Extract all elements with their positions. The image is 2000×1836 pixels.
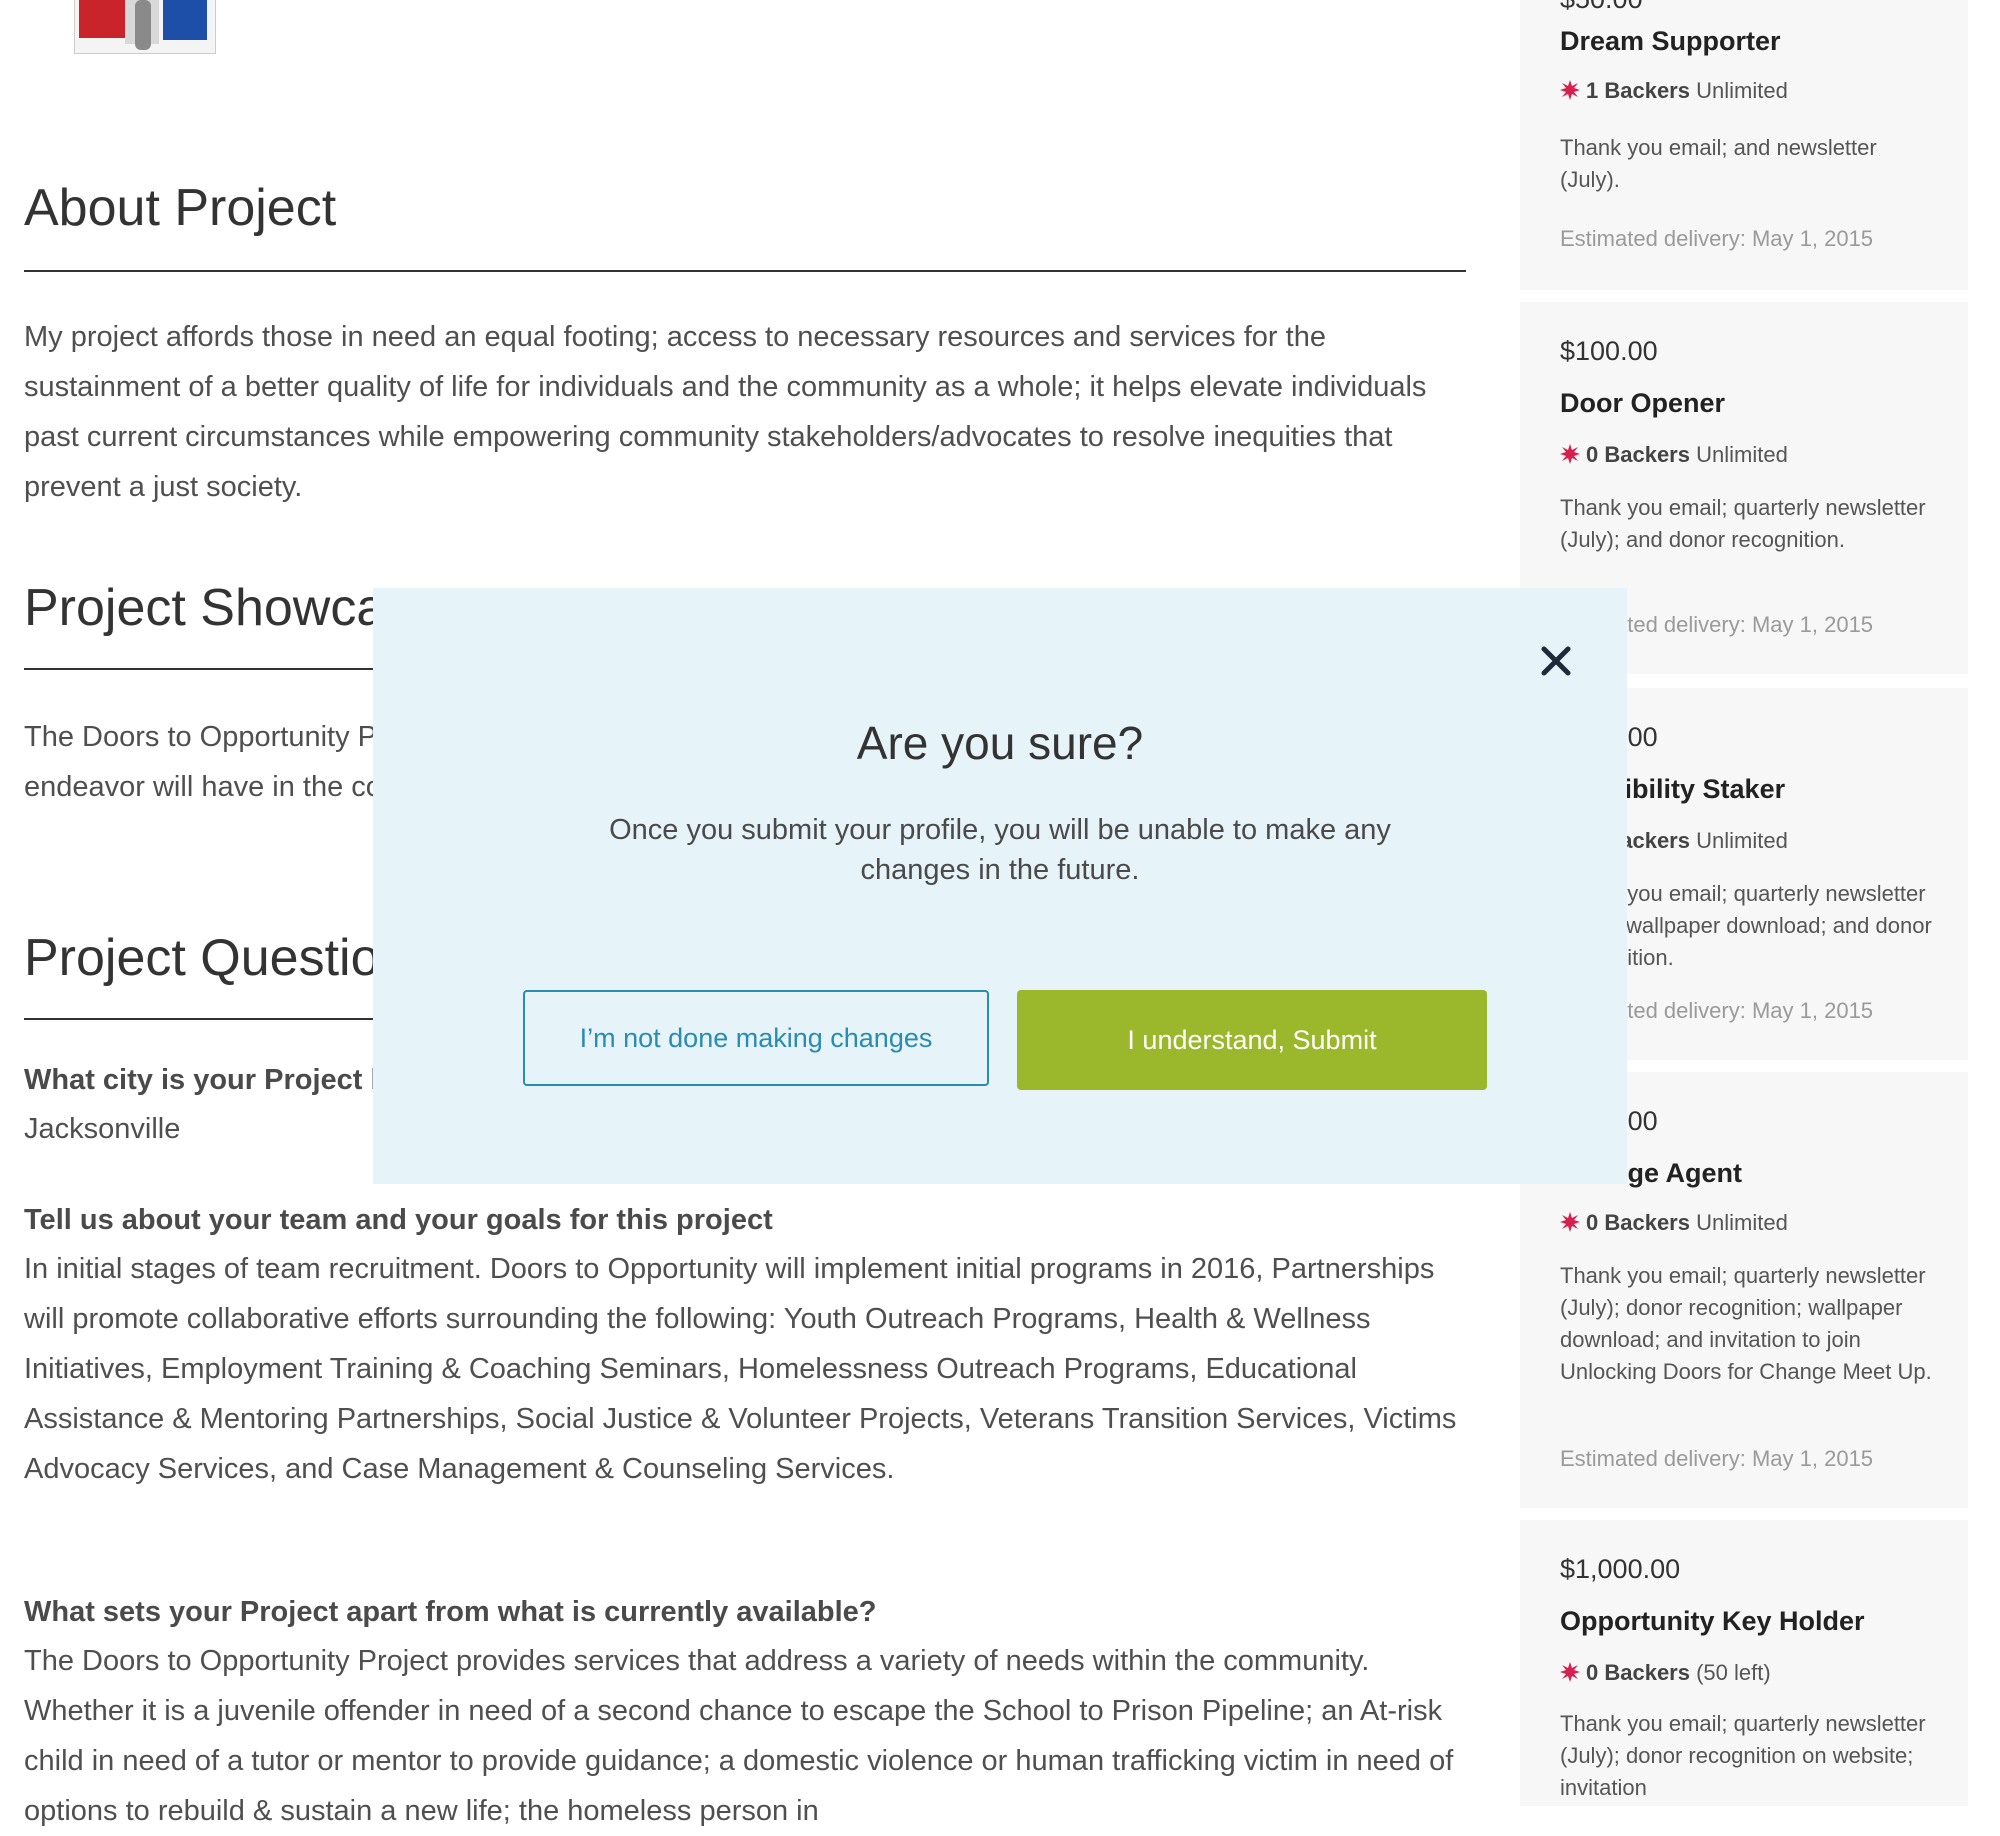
reward-price: $1,000.00 [1560, 1554, 1681, 1584]
question-answer-team: In initial stages of team recruitment. D… [24, 1253, 1457, 1485]
close-icon[interactable] [1539, 644, 1573, 678]
reward-backer-count: 1 Backers [1586, 78, 1690, 103]
reward-delivery: Estimated delivery: May 1, 2015 [1560, 226, 1874, 251]
reward-backers: 0 Backers Unlimited [1560, 1210, 1788, 1236]
reward-title: Opportunity Key Holder [1560, 1606, 1865, 1636]
reward-limit: Unlimited [1696, 828, 1788, 853]
question-label-apart: What sets your Project apart from what i… [24, 1596, 877, 1628]
blue-door-shape [163, 0, 207, 40]
question-answer-apart: The Doors to Opportunity Project provide… [24, 1645, 1454, 1827]
backer-star-icon [1560, 80, 1580, 100]
reward-backers: 0 Backers Unlimited [1560, 442, 1788, 468]
not-done-button[interactable]: I’m not done making changes [523, 990, 989, 1086]
reward-limit: (50 left) [1696, 1660, 1771, 1685]
reward-limit: Unlimited [1696, 78, 1788, 103]
backer-star-icon [1560, 1662, 1580, 1682]
about-project-heading: About Project [24, 179, 337, 237]
reward-price: $100.00 [1560, 336, 1658, 366]
reward-limit: Unlimited [1696, 442, 1788, 467]
project-thumbnail-image [74, 0, 216, 54]
reward-card[interactable]: $1,000.00 Opportunity Key Holder 0 Backe… [1520, 1520, 1968, 1806]
reward-backer-count: 0 Backers [1586, 1210, 1690, 1235]
red-door-shape [79, 0, 125, 38]
close-x-icon [1541, 646, 1571, 676]
reward-card[interactable]: $50.00 Dream Supporter 1 Backers Unlimit… [1520, 0, 1968, 290]
backer-star-icon [1560, 444, 1580, 464]
submit-button[interactable]: I understand, Submit [1017, 990, 1487, 1090]
reward-backer-count: 0 Backers [1586, 1660, 1690, 1685]
reward-delivery: Estimated delivery: May 1, 2015 [1560, 1446, 1874, 1471]
about-project-text: My project affords those in need an equa… [24, 321, 1427, 503]
reward-backers: 1 Backers Unlimited [1560, 78, 1788, 104]
reward-title: Dream Supporter [1560, 26, 1781, 56]
reward-price: $50.00 [1560, 0, 1643, 15]
reward-description: Thank you email; quarterly newsletter (J… [1560, 1711, 1926, 1800]
reward-description: Thank you email; quarterly newsletter (J… [1560, 1263, 1932, 1384]
modal-message: Once you submit your profile, you will b… [609, 814, 1391, 886]
reward-backers: 0 Backers (50 left) [1560, 1660, 1771, 1686]
person-figure-shape [135, 0, 151, 50]
about-divider [24, 270, 1466, 272]
reward-backer-count: 0 Backers [1586, 442, 1690, 467]
reward-description: Thank you email; quarterly newsletter (J… [1560, 495, 1926, 552]
reward-title: Door Opener [1560, 388, 1726, 418]
modal-title: Are you sure? [856, 717, 1144, 769]
backer-star-icon [1560, 1212, 1580, 1232]
reward-limit: Unlimited [1696, 1210, 1788, 1235]
reward-description: Thank you email; and newsletter (July). [1560, 135, 1877, 192]
question-label-team: Tell us about your team and your goals f… [24, 1204, 773, 1236]
submit-confirmation-modal: Are you sure? Once you submit your profi… [373, 588, 1627, 1184]
